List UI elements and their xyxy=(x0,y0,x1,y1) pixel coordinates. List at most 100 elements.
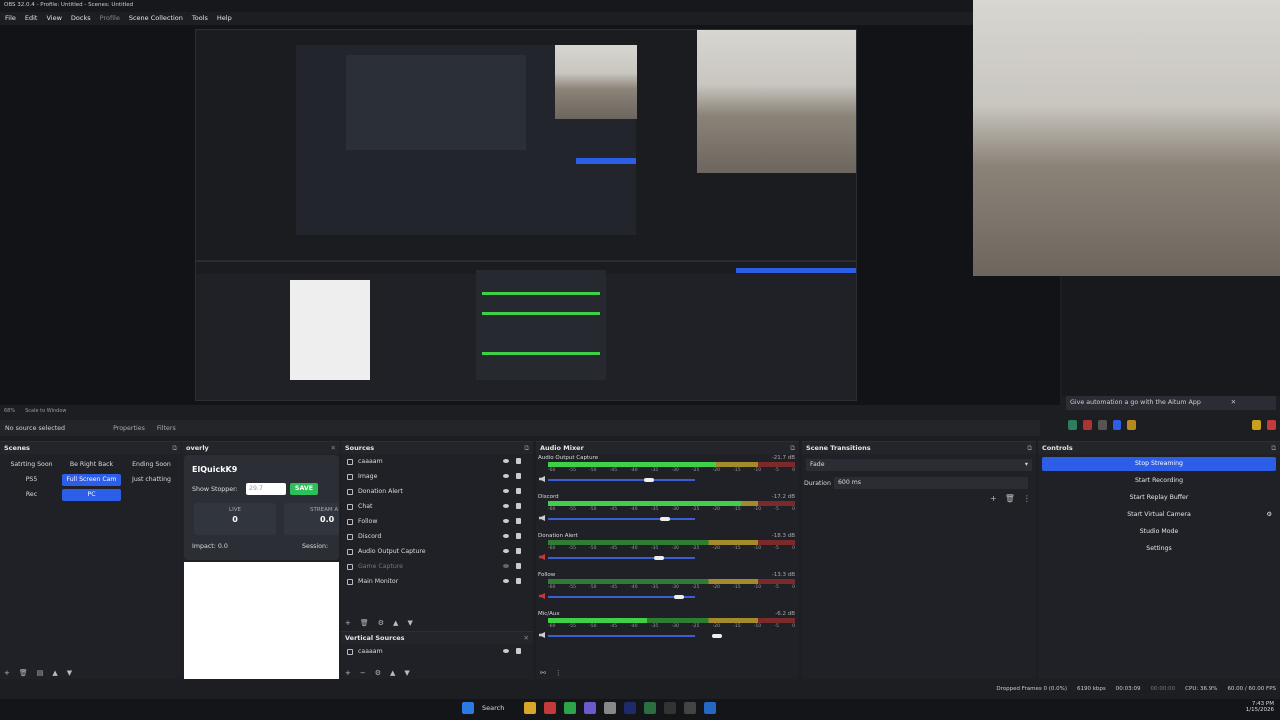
app-icon[interactable] xyxy=(604,702,616,714)
volume-slider-handle[interactable] xyxy=(660,517,670,521)
discord-icon[interactable] xyxy=(584,702,596,714)
lock-icon[interactable] xyxy=(516,578,521,584)
trash-icon[interactable]: 🗑 xyxy=(360,619,369,627)
transition-select[interactable]: Fade ▾ xyxy=(806,459,1032,471)
scene-item[interactable]: PS5 xyxy=(2,474,61,486)
add-icon[interactable]: + xyxy=(990,494,997,503)
lock-icon[interactable] xyxy=(516,648,521,654)
start-recording-button[interactable]: Start Recording xyxy=(1042,474,1276,488)
move-up-icon[interactable]: ▲ xyxy=(393,619,398,627)
properties-button[interactable]: Properties xyxy=(113,425,145,432)
move-up-icon[interactable]: ▲ xyxy=(52,669,57,677)
app-icon[interactable] xyxy=(684,702,696,714)
scene-item-selected[interactable]: PC xyxy=(62,489,121,501)
lock-icon[interactable] xyxy=(516,473,521,479)
eye-icon[interactable] xyxy=(503,504,509,508)
close-icon[interactable]: ✕ xyxy=(1231,399,1236,407)
dock-undock-icon[interactable]: ⧉ xyxy=(172,444,177,453)
volume-slider-handle[interactable] xyxy=(644,478,654,482)
scene-item[interactable]: Ending Soon xyxy=(122,459,181,471)
close-icon[interactable]: ✕ xyxy=(524,634,529,642)
scene-item[interactable]: Satrting Soon xyxy=(2,459,61,471)
speaker-muted-icon[interactable] xyxy=(539,554,545,560)
lock-icon[interactable] xyxy=(516,563,521,569)
dock-undock-icon[interactable]: ⧉ xyxy=(790,444,795,453)
heart-icon[interactable] xyxy=(1267,420,1277,430)
lock-icon[interactable] xyxy=(516,488,521,494)
close-icon[interactable]: ✕ xyxy=(331,444,336,452)
trash-icon[interactable]: 🗑 xyxy=(19,669,28,677)
add-icon[interactable]: + xyxy=(4,669,10,677)
record-icon[interactable] xyxy=(1082,420,1092,430)
menu-view[interactable]: View xyxy=(46,14,61,23)
volume-slider[interactable] xyxy=(548,635,695,637)
eye-icon[interactable] xyxy=(503,489,509,493)
move-down-icon[interactable]: ▼ xyxy=(407,619,412,627)
link-icon[interactable]: ⚯ xyxy=(540,669,546,677)
zoom-level[interactable]: 68% xyxy=(4,408,15,414)
eye-icon[interactable] xyxy=(503,459,509,463)
settings-icon[interactable] xyxy=(1252,420,1262,430)
volume-slider[interactable] xyxy=(548,596,695,598)
speaker-icon[interactable] xyxy=(539,515,545,521)
move-up-icon[interactable]: ▲ xyxy=(390,669,395,677)
filter-icon[interactable]: ▤ xyxy=(37,669,44,677)
menu-tools[interactable]: Tools xyxy=(192,14,208,23)
eye-icon[interactable] xyxy=(503,549,509,553)
volume-slider[interactable] xyxy=(548,518,695,520)
search-box[interactable]: Search xyxy=(482,702,516,714)
menu-docks[interactable]: Docks xyxy=(71,14,91,23)
volume-slider[interactable] xyxy=(548,479,695,481)
gear-icon[interactable]: ⚙ xyxy=(1266,508,1272,522)
scene-item[interactable]: Just chatting xyxy=(122,474,181,486)
obs-icon[interactable] xyxy=(664,702,676,714)
volume-slider-handle[interactable] xyxy=(712,634,722,638)
volume-slider-handle[interactable] xyxy=(654,556,664,560)
add-icon[interactable]: + xyxy=(345,619,351,627)
volume-slider-handle[interactable] xyxy=(674,595,684,599)
stop-streaming-button[interactable]: Stop Streaming xyxy=(1042,457,1276,471)
menu-file[interactable]: File xyxy=(5,14,16,23)
app-icon[interactable] xyxy=(544,702,556,714)
lock-icon[interactable] xyxy=(516,548,521,554)
scene-item-selected[interactable]: Full Screen Cam xyxy=(62,474,121,486)
menu-edit[interactable]: Edit xyxy=(25,14,38,23)
lock-icon[interactable] xyxy=(516,458,521,464)
show-stopper-input[interactable]: 29.7 xyxy=(246,483,286,495)
menu-help[interactable]: Help xyxy=(217,14,232,23)
plugin-icon-5[interactable] xyxy=(1127,420,1137,430)
save-button[interactable]: SAVE xyxy=(290,483,318,495)
scene-item[interactable]: Be Right Back xyxy=(62,459,121,471)
webcam-source[interactable] xyxy=(973,0,1280,276)
eye-icon[interactable] xyxy=(503,579,509,583)
gear-icon[interactable]: ⚙ xyxy=(375,669,381,677)
plugin-icon-1[interactable] xyxy=(1068,420,1077,430)
volume-slider[interactable] xyxy=(548,557,695,559)
scene-item[interactable]: Rec xyxy=(2,489,61,501)
source-item-hidden[interactable]: Game Capture xyxy=(341,559,533,574)
automation-banner[interactable]: Give automation a go with the Aitum App … xyxy=(1066,396,1276,410)
dock-undock-icon[interactable]: ⧉ xyxy=(524,444,529,453)
app-icon[interactable] xyxy=(644,702,656,714)
source-item[interactable]: Chat xyxy=(341,499,533,514)
source-item[interactable]: Audio Output Capture xyxy=(341,544,533,559)
premiere-icon[interactable] xyxy=(624,702,636,714)
move-down-icon[interactable]: ▼ xyxy=(404,669,409,677)
lock-icon[interactable] xyxy=(516,533,521,539)
eye-icon[interactable] xyxy=(503,474,509,478)
dock-undock-icon[interactable]: ⧉ xyxy=(1271,444,1276,453)
source-item[interactable]: Image xyxy=(341,469,533,484)
add-icon[interactable]: + xyxy=(345,669,351,677)
menu-scene-collection[interactable]: Scene Collection xyxy=(129,14,183,23)
settings-button[interactable]: Settings xyxy=(1042,542,1276,556)
menu-profile[interactable]: Profile xyxy=(100,14,120,23)
speaker-muted-icon[interactable] xyxy=(539,593,545,599)
source-item[interactable]: Follow xyxy=(341,514,533,529)
eye-icon[interactable] xyxy=(503,649,509,653)
source-item[interactable]: Donation Alert xyxy=(341,484,533,499)
dock-undock-icon[interactable]: ⧉ xyxy=(1027,444,1032,453)
duration-input[interactable]: 600 ms xyxy=(834,477,1028,489)
folder-icon[interactable] xyxy=(524,702,536,714)
source-item[interactable]: caaaam xyxy=(341,644,533,659)
speaker-icon[interactable] xyxy=(539,632,545,638)
